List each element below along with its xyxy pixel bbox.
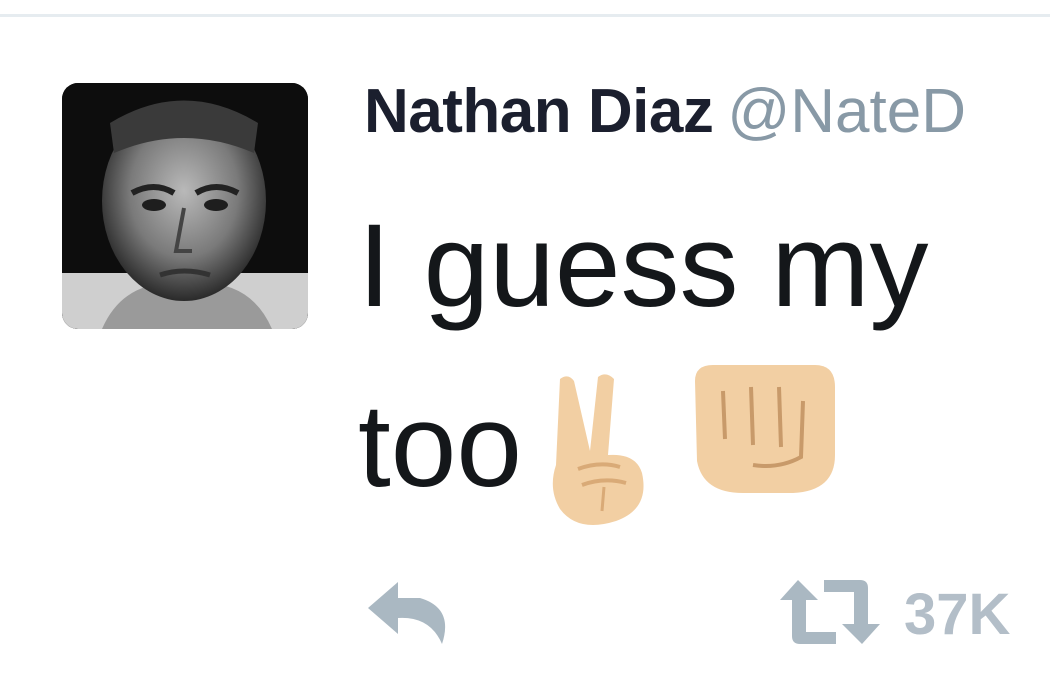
tweet-text-line-2-words: too [358,380,523,512]
tweet-actions: 37K [360,572,1050,652]
author-handle[interactable]: @NateD [727,77,966,146]
victory-hand-icon [538,369,653,529]
author-avatar[interactable] [62,83,308,329]
author-name[interactable]: Nathan Diaz [364,77,714,146]
oncoming-fist-icon [683,361,843,501]
retweet-count: 37K [904,582,1011,647]
tweet-text-line-1: I guess my [358,200,929,332]
tweet-text: I guess my too [358,176,1050,536]
top-divider [0,14,1050,17]
retweet-icon [778,576,882,653]
avatar-photo [62,83,308,329]
reply-button[interactable] [364,578,456,653]
reply-icon [364,578,456,653]
tweet-text-line-2: too [358,356,1050,536]
retweet-button[interactable]: 37K [778,576,1010,653]
tweet-header: Nathan Diaz @NateD [364,76,966,156]
